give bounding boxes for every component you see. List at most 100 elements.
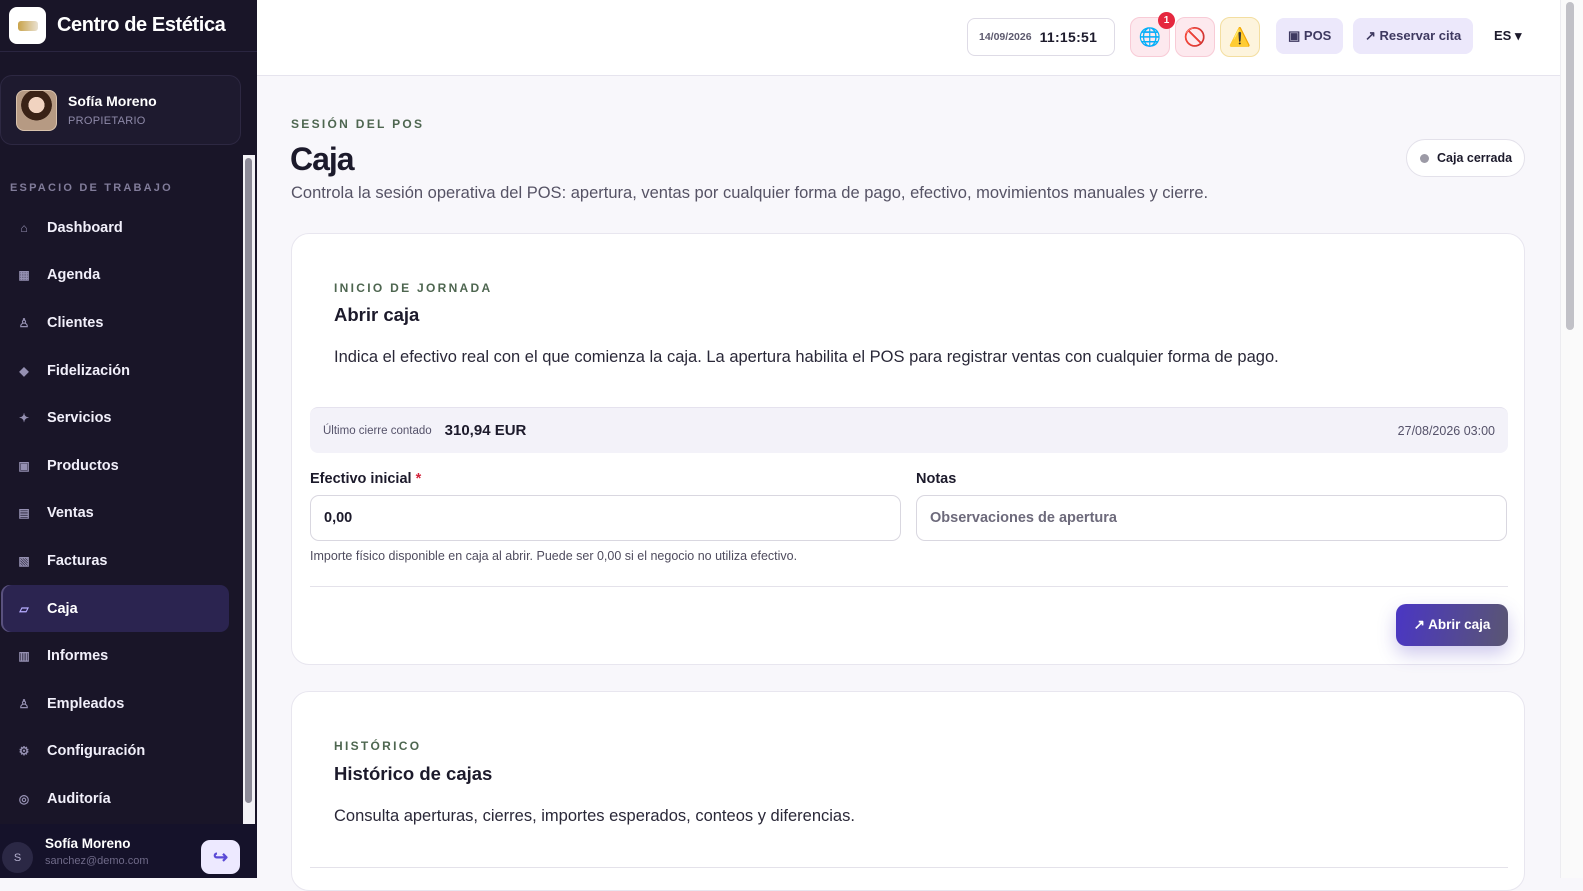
sidebar-item-facturas[interactable]: ▧ Facturas xyxy=(1,537,229,585)
sidebar-item-label: Productos xyxy=(47,457,119,474)
sparkle-icon: ✦ xyxy=(18,411,30,426)
sidebar-scrollbar[interactable] xyxy=(243,155,255,825)
sidebar-item-label: Clientes xyxy=(47,314,104,331)
initial-cash-label: Efectivo inicial * xyxy=(310,471,421,487)
sidebar-footer: S Sofía Moreno sanchez@demo.com ↪ xyxy=(0,824,257,878)
home-icon: ⌂ xyxy=(20,220,28,235)
open-register-card: INICIO DE JORNADA Abrir caja Indica el e… xyxy=(291,233,1525,665)
sidebar: Centro de Estética Sofía Moreno PROPIETA… xyxy=(0,0,257,878)
page-subtitle: Controla la sesión operativa del POS: ap… xyxy=(291,184,1209,202)
book-appointment-button[interactable]: ↗ Reservar cita xyxy=(1353,18,1474,54)
workspace-label: ESPACIO DE TRABAJO xyxy=(10,182,173,194)
top-bar: 14/09/2026 11:15:51 🌐 1 🚫 ⚠️ ▣ POS ↗ Res… xyxy=(257,0,1560,76)
sidebar-item-label: Ventas xyxy=(47,505,94,522)
user-role: PROPIETARIO xyxy=(68,115,146,127)
notification-badge: 1 xyxy=(1158,12,1175,29)
divider xyxy=(310,586,1508,587)
sidebar-item-label: Agenda xyxy=(47,267,101,284)
last-close-summary: Último cierre contado 310,94 EUR 27/08/2… xyxy=(310,407,1508,453)
diamond-icon: ◆ xyxy=(19,363,29,378)
current-time: 11:15:51 xyxy=(1039,29,1098,45)
warning-icon: ⚠️ xyxy=(1228,26,1252,47)
status-badge: Caja cerrada xyxy=(1406,139,1525,177)
sidebar-item-productos[interactable]: ▣ Productos xyxy=(1,442,229,490)
sidebar-item-label: Empleados xyxy=(47,695,125,712)
box-icon: ▣ xyxy=(18,458,30,473)
blocked-button[interactable]: 🚫 xyxy=(1175,17,1215,57)
clients-icon: ♙ xyxy=(18,315,30,330)
sidebar-item-label: Configuración xyxy=(47,743,146,760)
user-name: Sofía Moreno xyxy=(68,93,157,109)
page-title: Caja xyxy=(290,141,355,177)
sidebar-item-caja[interactable]: ▱ Caja xyxy=(1,584,229,633)
status-dot-icon xyxy=(1420,153,1429,163)
sidebar-item-ventas[interactable]: ▤ Ventas xyxy=(1,490,229,538)
footer-user-email: sanchez@demo.com xyxy=(45,855,149,867)
brand-logo[interactable] xyxy=(9,7,46,44)
footer-avatar: S xyxy=(2,842,33,873)
sidebar-item-dashboard[interactable]: ⌂ Dashboard xyxy=(1,204,229,252)
sidebar-item-empleados[interactable]: ♙ Empleados xyxy=(1,680,229,728)
invoice-icon: ▧ xyxy=(18,553,30,568)
sidebar-item-auditoria[interactable]: ◎ Auditoría xyxy=(1,775,229,823)
brand-header: Centro de Estética xyxy=(0,0,257,52)
notes-input[interactable] xyxy=(916,495,1507,541)
reports-icon: ▥ xyxy=(18,649,30,664)
required-mark: * xyxy=(415,471,422,487)
gear-icon: ⚙ xyxy=(18,744,30,759)
footer-user-name: Sofía Moreno xyxy=(45,836,131,851)
language-selector[interactable]: ES ▾ xyxy=(1494,28,1521,44)
globe-button[interactable]: 🌐 1 xyxy=(1130,12,1175,57)
warning-button[interactable]: ⚠️ xyxy=(1220,17,1260,57)
open-register-button[interactable]: ↗ Abrir caja xyxy=(1396,604,1508,646)
notes-label: Notas xyxy=(916,471,957,487)
current-date: 14/09/2026 xyxy=(979,31,1032,43)
open-card-eyebrow: INICIO DE JORNADA xyxy=(334,281,493,295)
sidebar-item-configuracion[interactable]: ⚙ Configuración xyxy=(1,728,229,776)
history-title: Histórico de cajas xyxy=(334,763,493,784)
divider xyxy=(310,867,1508,868)
footer-user: Sofía Moreno sanchez@demo.com xyxy=(45,836,149,867)
sidebar-item-label: Informes xyxy=(47,648,109,665)
sidebar-item-fidelizacion[interactable]: ◆ Fidelización xyxy=(1,347,229,395)
pos-button[interactable]: ▣ POS xyxy=(1276,18,1344,54)
page-eyebrow: SESIÓN DEL POS xyxy=(291,117,425,131)
last-close-value: 310,94 EUR xyxy=(444,422,527,439)
last-close-date: 27/08/2026 03:00 xyxy=(1397,423,1495,438)
employees-icon: ♙ xyxy=(18,696,30,711)
initial-cash-input[interactable] xyxy=(310,495,901,541)
receipt-icon: ▤ xyxy=(18,506,30,521)
sidebar-item-clientes[interactable]: ♙ Clientes xyxy=(1,299,229,347)
page-scroll-thumb[interactable] xyxy=(1566,2,1574,330)
sidebar-item-label: Dashboard xyxy=(47,219,123,236)
datetime-display: 14/09/2026 11:15:51 xyxy=(967,18,1115,56)
last-close-label: Último cierre contado xyxy=(323,424,432,437)
sidebar-item-label: Facturas xyxy=(47,552,108,569)
user-card[interactable]: Sofía Moreno PROPIETARIO xyxy=(0,75,241,145)
sidebar-item-label: Caja xyxy=(47,600,78,617)
prohibited-icon: 🚫 xyxy=(1183,26,1207,47)
history-eyebrow: HISTÓRICO xyxy=(334,739,422,753)
cash-register-icon: ▱ xyxy=(19,601,29,616)
logout-button[interactable]: ↪ xyxy=(201,840,240,874)
calendar-icon: ▦ xyxy=(18,268,30,283)
initial-cash-hint: Importe físico disponible en caja al abr… xyxy=(310,549,798,563)
sidebar-item-servicios[interactable]: ✦ Servicios xyxy=(1,394,229,442)
status-text: Caja cerrada xyxy=(1437,151,1513,165)
history-description: Consulta aperturas, cierres, importes es… xyxy=(334,807,855,825)
sidebar-item-agenda[interactable]: ▦ Agenda xyxy=(1,252,229,300)
sidebar-item-informes[interactable]: ▥ Informes xyxy=(1,632,229,680)
history-card: HISTÓRICO Histórico de cajas Consulta ap… xyxy=(291,691,1525,891)
sidebar-scroll-thumb[interactable] xyxy=(245,158,252,803)
page-scrollbar[interactable] xyxy=(1560,0,1583,878)
open-card-description: Indica el efectivo real con el que comie… xyxy=(334,348,1279,366)
sidebar-item-label: Fidelización xyxy=(47,362,130,379)
sidebar-item-label: Auditoría xyxy=(47,790,111,807)
user-meta: Sofía Moreno PROPIETARIO xyxy=(68,93,157,127)
globe-icon: 🌐 xyxy=(1138,26,1162,47)
audit-icon: ◎ xyxy=(18,791,30,806)
logout-icon: ↪ xyxy=(212,846,229,867)
sidebar-nav: ⌂ Dashboard ▦ Agenda ♙ Clientes ◆ Fidelización ✦… xyxy=(0,204,242,823)
brand-name: Centro de Estética xyxy=(57,14,226,36)
initial-cash-label-text: Efectivo inicial xyxy=(310,471,412,487)
